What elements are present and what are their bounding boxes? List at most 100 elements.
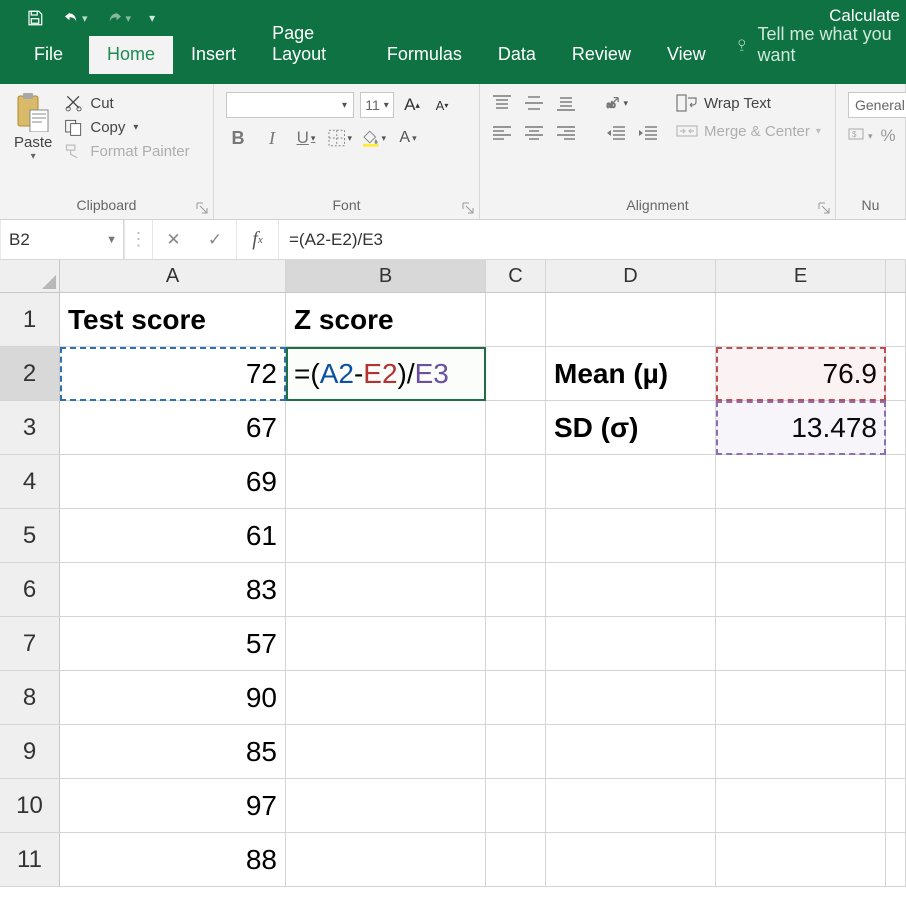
align-bottom-icon[interactable] <box>554 92 578 114</box>
col-header-f[interactable] <box>886 260 906 292</box>
cell-b6[interactable] <box>286 563 486 616</box>
cell-d11[interactable] <box>546 833 716 886</box>
align-left-icon[interactable] <box>490 122 514 144</box>
bold-button[interactable]: B <box>226 126 250 150</box>
italic-button[interactable]: I <box>260 126 284 150</box>
enter-formula-icon[interactable]: ✓ <box>194 220 236 259</box>
cut-button[interactable]: Cut <box>64 94 189 112</box>
cell-e8[interactable] <box>716 671 886 724</box>
customize-qa-icon[interactable]: ▾ <box>149 11 155 25</box>
cell-f7[interactable] <box>886 617 906 670</box>
decrease-font-size-icon[interactable]: A▾ <box>430 93 454 117</box>
cell-f2[interactable] <box>886 347 906 400</box>
cell-b4[interactable] <box>286 455 486 508</box>
cell-b8[interactable] <box>286 671 486 724</box>
tab-page-layout[interactable]: Page Layout <box>254 15 369 74</box>
cell-e11[interactable] <box>716 833 886 886</box>
number-format-combo[interactable]: General <box>848 92 906 118</box>
increase-indent-icon[interactable] <box>636 122 660 144</box>
cell-e2[interactable]: 76.9 <box>716 347 886 400</box>
cell-c10[interactable] <box>486 779 546 832</box>
cell-e4[interactable] <box>716 455 886 508</box>
row-header-9[interactable]: 9 <box>0 725 60 778</box>
underline-button[interactable]: U▾ <box>294 126 318 150</box>
cell-f6[interactable] <box>886 563 906 616</box>
cell-a5[interactable]: 61 <box>60 509 286 562</box>
cell-d8[interactable] <box>546 671 716 724</box>
col-header-e[interactable]: E <box>716 260 886 292</box>
row-header-6[interactable]: 6 <box>0 563 60 616</box>
row-header-7[interactable]: 7 <box>0 617 60 670</box>
cell-b9[interactable] <box>286 725 486 778</box>
formula-input[interactable]: =(A2-E2)/E3 <box>278 220 906 259</box>
font-name-combo[interactable]: ▾ <box>226 92 354 118</box>
cell-c7[interactable] <box>486 617 546 670</box>
cell-a9[interactable]: 85 <box>60 725 286 778</box>
cell-d5[interactable] <box>546 509 716 562</box>
borders-button[interactable]: ▾ <box>328 126 352 150</box>
cell-d6[interactable] <box>546 563 716 616</box>
copy-button[interactable]: Copy ▾ <box>64 118 189 136</box>
cell-e7[interactable] <box>716 617 886 670</box>
cell-e6[interactable] <box>716 563 886 616</box>
cell-c5[interactable] <box>486 509 546 562</box>
merge-center-button[interactable]: Merge & Center ▾ <box>676 122 821 140</box>
cell-d3[interactable]: SD (σ) <box>546 401 716 454</box>
increase-font-size-icon[interactable]: A▴ <box>400 93 424 117</box>
row-header-11[interactable]: 11 <box>0 833 60 886</box>
tab-home[interactable]: Home <box>89 36 173 74</box>
col-header-b[interactable]: B <box>286 260 486 292</box>
cell-b10[interactable] <box>286 779 486 832</box>
cell-c8[interactable] <box>486 671 546 724</box>
cell-e5[interactable] <box>716 509 886 562</box>
row-header-1[interactable]: 1 <box>0 293 60 346</box>
cell-d7[interactable] <box>546 617 716 670</box>
name-box[interactable]: B2 ▼ <box>0 220 124 259</box>
percent-format-icon[interactable]: % <box>881 126 896 146</box>
cell-b3[interactable] <box>286 401 486 454</box>
cell-c6[interactable] <box>486 563 546 616</box>
row-header-4[interactable]: 4 <box>0 455 60 508</box>
cell-f1[interactable] <box>886 293 906 346</box>
cell-b2[interactable]: =(A2-E2)/E3 <box>286 347 486 400</box>
cell-f8[interactable] <box>886 671 906 724</box>
alignment-dialog-launcher-icon[interactable] <box>817 201 831 215</box>
paste-button[interactable]: Paste ▾ <box>8 90 58 164</box>
cell-a3[interactable]: 67 <box>60 401 286 454</box>
save-icon[interactable] <box>26 9 44 27</box>
tab-insert[interactable]: Insert <box>173 36 254 74</box>
tab-data[interactable]: Data <box>480 36 554 74</box>
cell-b7[interactable] <box>286 617 486 670</box>
cell-c9[interactable] <box>486 725 546 778</box>
tab-formulas[interactable]: Formulas <box>369 36 480 74</box>
tab-view[interactable]: View <box>649 36 724 74</box>
cell-e9[interactable] <box>716 725 886 778</box>
undo-icon[interactable]: ▾ <box>62 9 88 27</box>
cell-f4[interactable] <box>886 455 906 508</box>
cell-f9[interactable] <box>886 725 906 778</box>
cell-d1[interactable] <box>546 293 716 346</box>
select-all-corner[interactable] <box>0 260 60 292</box>
font-color-button[interactable]: A▾ <box>396 126 420 150</box>
clipboard-dialog-launcher-icon[interactable] <box>195 201 209 215</box>
cell-a8[interactable]: 90 <box>60 671 286 724</box>
align-middle-icon[interactable] <box>522 92 546 114</box>
cell-a4[interactable]: 69 <box>60 455 286 508</box>
col-header-a[interactable]: A <box>60 260 286 292</box>
col-header-d[interactable]: D <box>546 260 716 292</box>
cell-c2[interactable] <box>486 347 546 400</box>
align-top-icon[interactable] <box>490 92 514 114</box>
cell-a10[interactable]: 97 <box>60 779 286 832</box>
cell-d2[interactable]: Mean (µ) <box>546 347 716 400</box>
cell-a2[interactable]: 72 <box>60 347 286 400</box>
cell-c4[interactable] <box>486 455 546 508</box>
align-center-icon[interactable] <box>522 122 546 144</box>
worksheet-grid[interactable]: A B C D E 1 Test score Z score 2 72 =(A2… <box>0 260 906 887</box>
cell-d4[interactable] <box>546 455 716 508</box>
row-header-3[interactable]: 3 <box>0 401 60 454</box>
cell-e1[interactable] <box>716 293 886 346</box>
cell-f10[interactable] <box>886 779 906 832</box>
insert-function-icon[interactable]: fx <box>236 220 278 259</box>
cell-b1[interactable]: Z score <box>286 293 486 346</box>
cell-a7[interactable]: 57 <box>60 617 286 670</box>
